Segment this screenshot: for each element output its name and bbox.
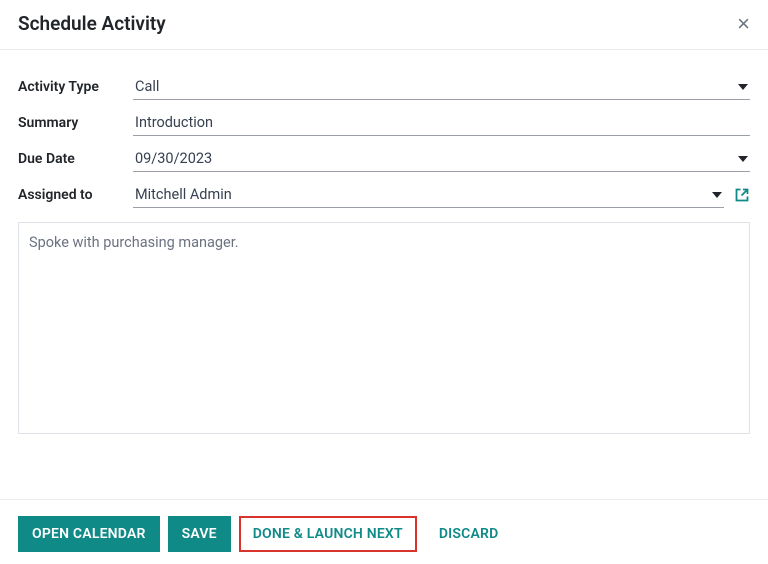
modal-body: Activity Type Summary Due Date (0, 50, 768, 434)
row-due-date: Due Date (18, 146, 750, 172)
summary-input[interactable] (133, 110, 750, 136)
row-assigned-to: Assigned to (18, 182, 750, 208)
field-wrap-activity-type (133, 74, 750, 100)
modal-footer: OPEN CALENDAR SAVE DONE & LAUNCH NEXT DI… (0, 499, 768, 564)
external-link-icon[interactable] (734, 187, 750, 203)
notes-area (18, 222, 750, 434)
field-wrap-summary (133, 110, 750, 136)
close-button[interactable]: × (737, 13, 750, 35)
row-summary: Summary (18, 110, 750, 136)
discard-button[interactable]: DISCARD (425, 516, 513, 552)
notes-textarea[interactable] (29, 233, 739, 423)
schedule-activity-modal: Schedule Activity × Activity Type Summar… (0, 0, 768, 564)
assigned-to-select[interactable] (133, 182, 724, 208)
label-activity-type: Activity Type (18, 79, 133, 95)
modal-header: Schedule Activity × (0, 0, 768, 50)
field-wrap-assigned-to (133, 182, 724, 208)
done-launch-next-button[interactable]: DONE & LAUNCH NEXT (239, 516, 417, 552)
field-wrap-due-date (133, 146, 750, 172)
activity-type-select[interactable] (133, 74, 750, 100)
label-summary: Summary (18, 115, 133, 131)
label-due-date: Due Date (18, 151, 133, 167)
row-activity-type: Activity Type (18, 74, 750, 100)
open-calendar-button[interactable]: OPEN CALENDAR (18, 516, 160, 552)
due-date-input[interactable] (133, 146, 750, 172)
modal-title: Schedule Activity (18, 12, 166, 35)
label-assigned-to: Assigned to (18, 187, 133, 203)
save-button[interactable]: SAVE (168, 516, 231, 552)
